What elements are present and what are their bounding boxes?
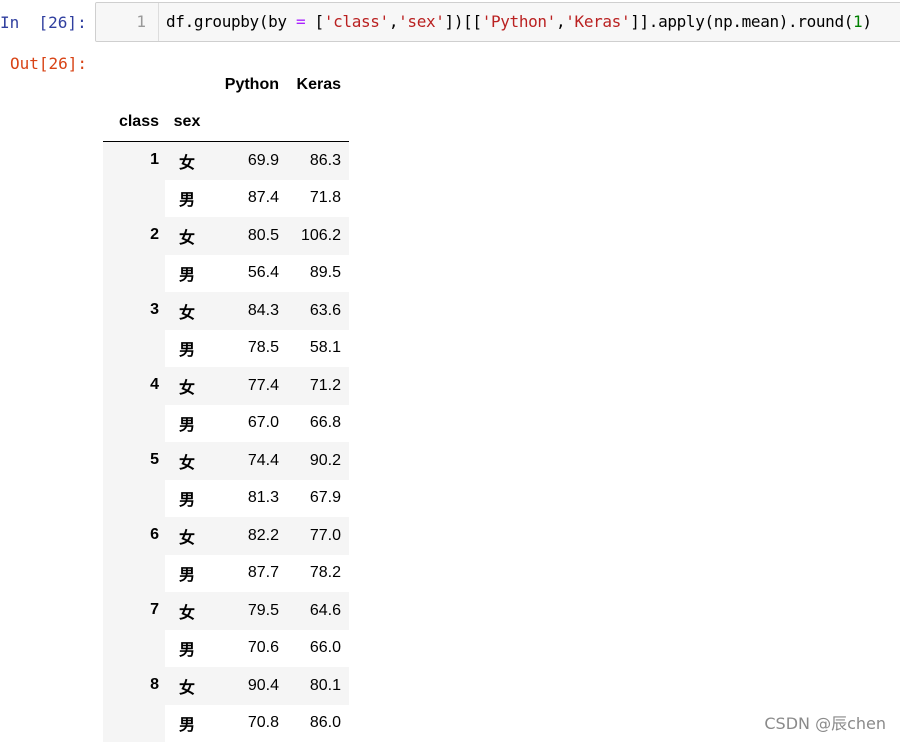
row-index-sex: 女 <box>165 292 209 330</box>
code-token: , <box>388 12 399 31</box>
row-index-sex: 女 <box>165 217 209 255</box>
cell-python: 70.8 <box>209 704 279 742</box>
cell-keras: 66.8 <box>279 404 349 442</box>
csdn-watermark: CSDN @辰chen <box>764 714 886 733</box>
code-token: , <box>555 12 566 31</box>
column-header-row: Python Keras <box>103 66 349 104</box>
column-header-python: Python <box>224 75 279 93</box>
cell-python: 84.3 <box>209 292 279 330</box>
row-index-sex: 女 <box>165 367 209 405</box>
cell-python: 69.9 <box>209 141 279 180</box>
row-index-class: 4 <box>103 367 165 442</box>
row-index-class: 1 <box>103 141 165 217</box>
row-index-sex: 男 <box>165 329 209 367</box>
table-row: 4 女 77.4 71.2 <box>103 367 349 442</box>
index-name-class: class <box>103 103 165 142</box>
cell-keras: 63.6 <box>279 292 349 330</box>
index-name-sex: sex <box>165 103 209 142</box>
table-row: 5 女 74.4 90.2 <box>103 442 349 517</box>
input-prompt: In [26]: <box>0 13 87 32</box>
line-number-gutter: 1 <box>96 3 159 41</box>
code-token: ) <box>862 12 872 31</box>
cell-keras: 86.0 <box>279 704 349 742</box>
cell-keras: 80.1 <box>279 667 349 705</box>
output-prompt: Out[26]: <box>10 54 88 73</box>
cell-python: 56.4 <box>209 254 279 292</box>
cell-python: 70.6 <box>209 629 279 667</box>
row-index-sex: 男 <box>165 404 209 442</box>
row-index-class: 6 <box>103 517 165 592</box>
row-index-class: 8 <box>103 667 165 742</box>
row-index-sex: 男 <box>165 179 209 217</box>
code-token: [ <box>305 12 325 31</box>
row-index-class: 2 <box>103 217 165 292</box>
cell-python: 87.7 <box>209 554 279 592</box>
header-blank-cell <box>165 66 209 104</box>
row-index-class: 7 <box>103 592 165 667</box>
header-blank-cell <box>279 103 349 142</box>
row-index-sex: 男 <box>165 629 209 667</box>
cell-python: 79.5 <box>209 592 279 630</box>
table-row: 6 女 82.2 77.0 <box>103 517 349 592</box>
row-index-sex: 男 <box>165 704 209 742</box>
table-row: 3 女 84.3 63.6 <box>103 292 349 367</box>
table-body: 1 女 69.9 86.3 男 87.4 71.8 2 女 80.5 106.2 男 56.4 89.5 3… <box>103 141 349 742</box>
code-token: ]].apply(np.mean).round( <box>630 12 854 31</box>
cell-python: 80.5 <box>209 217 279 255</box>
line-number: 1 <box>136 12 146 31</box>
cell-keras: 86.3 <box>279 141 349 180</box>
row-index-sex: 女 <box>165 592 209 630</box>
header-blank-cell <box>209 103 279 142</box>
code-token: 'Python' <box>481 12 557 31</box>
code-token: 1 <box>853 12 863 31</box>
row-index-sex: 女 <box>165 442 209 480</box>
code-token: 'class' <box>323 12 389 31</box>
code-cell-editor[interactable]: 1 df.groupby(by = ['class','sex'])[['Pyt… <box>95 2 900 42</box>
table-row: 2 女 80.5 106.2 <box>103 217 349 292</box>
row-index-sex: 男 <box>165 254 209 292</box>
index-names-row: class sex <box>103 103 349 142</box>
code-line[interactable]: df.groupby(by = ['class','sex'])[['Pytho… <box>166 11 872 33</box>
cell-keras: 64.6 <box>279 592 349 630</box>
code-token: 'Keras' <box>565 12 631 31</box>
cell-python: 90.4 <box>209 667 279 705</box>
cell-python: 87.4 <box>209 179 279 217</box>
cell-keras: 90.2 <box>279 442 349 480</box>
row-index-sex: 女 <box>165 141 209 180</box>
row-index-sex: 男 <box>165 479 209 517</box>
cell-keras: 58.1 <box>279 329 349 367</box>
dataframe-output-table: Python Keras class sex 1 女 69.9 86.3 男 87.4 71… <box>103 66 349 742</box>
column-header-keras: Keras <box>296 75 341 93</box>
row-index-class: 5 <box>103 442 165 517</box>
cell-python: 67.0 <box>209 404 279 442</box>
cell-keras: 66.0 <box>279 629 349 667</box>
code-token: = <box>295 12 306 31</box>
cell-keras: 71.2 <box>279 367 349 405</box>
code-token: 'sex' <box>398 12 445 31</box>
table-row: 7 女 79.5 64.6 <box>103 592 349 667</box>
cell-python: 81.3 <box>209 479 279 517</box>
table-row: 8 女 90.4 80.1 <box>103 667 349 742</box>
cell-python: 82.2 <box>209 517 279 555</box>
row-index-sex: 男 <box>165 554 209 592</box>
row-index-class: 3 <box>103 292 165 367</box>
cell-python: 77.4 <box>209 367 279 405</box>
cell-keras: 77.0 <box>279 517 349 555</box>
row-index-sex: 女 <box>165 517 209 555</box>
cell-python: 74.4 <box>209 442 279 480</box>
cell-keras: 78.2 <box>279 554 349 592</box>
row-index-sex: 女 <box>165 667 209 705</box>
cell-python: 78.5 <box>209 329 279 367</box>
cell-keras: 71.8 <box>279 179 349 217</box>
code-token: ])[[ <box>444 12 482 31</box>
header-blank-cell <box>103 66 165 104</box>
cell-keras: 89.5 <box>279 254 349 292</box>
cell-keras: 67.9 <box>279 479 349 517</box>
cell-keras: 106.2 <box>279 217 349 255</box>
table-row: 1 女 69.9 86.3 <box>103 141 349 217</box>
code-token: df.groupby(by <box>166 12 296 31</box>
